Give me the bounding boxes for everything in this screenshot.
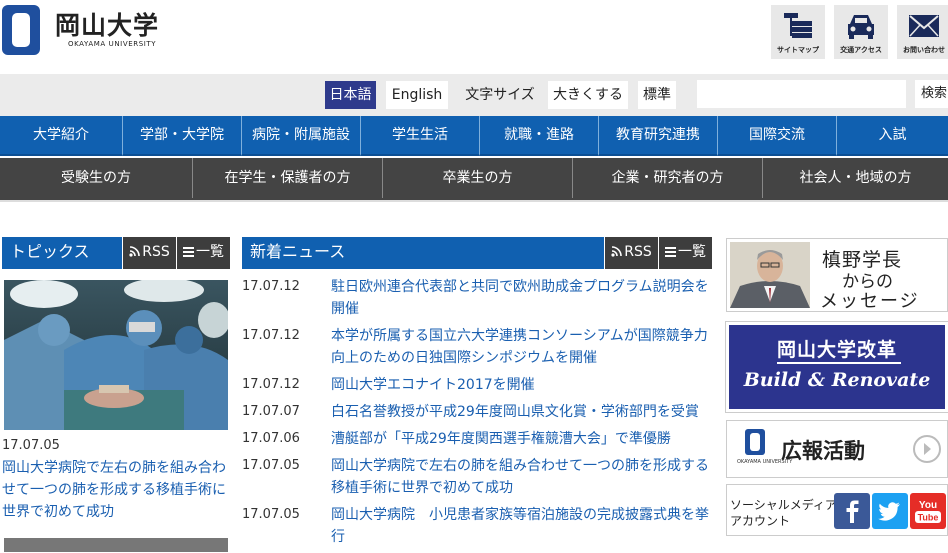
gnav-item-career[interactable]: 就職・進路 xyxy=(479,116,598,156)
gnav-item-admissions[interactable]: 入試 xyxy=(836,116,948,156)
nav-divider xyxy=(0,200,948,202)
contact-label: お問い合わせ xyxy=(903,46,945,54)
news-link[interactable]: 白石名誉教授が平成29年度岡山県文化賞・学術部門を受賞 xyxy=(331,401,712,423)
topics-rss-label: RSS xyxy=(142,244,170,260)
news-rss-label: RSS xyxy=(624,244,652,260)
facebook-icon[interactable] xyxy=(834,493,870,529)
site-subtitle: OKAYAMA UNIVERSITY xyxy=(68,40,157,48)
car-icon xyxy=(848,15,874,39)
social-label: ソーシャルメディア アカウント xyxy=(730,498,837,528)
list-icon xyxy=(183,247,194,257)
news-list: 17.07.12 駐日欧州連合代表部と共同で欧州助成金プログラム説明会を開催 1… xyxy=(242,276,712,553)
list-item: 17.07.12 駐日欧州連合代表部と共同で欧州助成金プログラム説明会を開催 xyxy=(242,276,712,320)
news-date: 17.07.12 xyxy=(242,377,300,392)
topic-link[interactable]: 岡山大学病院で左右の肺を組み合わせて一つの肺を形成する移植手術に世界で初めて成功 xyxy=(2,457,230,523)
site-header: 岡山大学 OKAYAMA UNIVERSITY サイトマップ 交通アクセス お問… xyxy=(0,0,948,74)
news-date: 17.07.06 xyxy=(242,431,300,446)
site-title[interactable]: 岡山大学 xyxy=(55,6,159,42)
news-date: 17.07.05 xyxy=(242,458,300,473)
sitemap-button[interactable]: サイトマップ xyxy=(771,5,825,59)
svg-text:Tube: Tube xyxy=(918,513,939,523)
snav-item-alumni[interactable]: 卒業生の方 xyxy=(382,158,572,198)
utility-bar: 日本語 English 文字サイズ 大きくする 標準 検索 xyxy=(0,74,948,116)
gnav-item-faculties[interactable]: 学部・大学院 xyxy=(122,116,241,156)
list-icon xyxy=(665,247,676,257)
reform-title: 岡山大学改革 xyxy=(776,339,897,361)
list-item: 17.07.12 岡山大学エコナイト2017を開催 xyxy=(242,374,712,396)
list-item: 17.07.06 漕艇部が「平成29年度関西選手権競漕大会」で準優勝 xyxy=(242,428,712,450)
topics-rss-button[interactable]: RSS xyxy=(122,237,176,269)
youtube-icon[interactable]: You Tube xyxy=(910,493,946,529)
news-list-button[interactable]: 一覧 xyxy=(658,237,712,269)
news-date: 17.07.12 xyxy=(242,279,300,294)
news-title: 新着ニュース xyxy=(250,242,346,261)
news-rss-button[interactable]: RSS xyxy=(604,237,658,269)
font-large-button[interactable]: 大きくする xyxy=(548,81,628,109)
topics-list-button[interactable]: 一覧 xyxy=(176,237,230,269)
news-link[interactable]: 本学が所属する国立六大学連携コンソーシアムが国際競争力向上のための日独国際シンポ… xyxy=(331,325,712,369)
news-link[interactable]: 駐日欧州連合代表部と共同で欧州助成金プログラム説明会を開催 xyxy=(331,276,712,320)
list-item: 17.07.05 岡山大学病院で左右の肺を組み合わせて一つの肺を形成する移植手術… xyxy=(242,455,712,499)
topics-title: トピックス xyxy=(10,242,90,261)
snav-item-companies[interactable]: 企業・研究者の方 xyxy=(572,158,762,198)
gnav-item-student-life[interactable]: 学生生活 xyxy=(360,116,479,156)
access-label: 交通アクセス xyxy=(840,46,882,54)
topic-photo-next[interactable] xyxy=(4,538,228,552)
social-media-banner: ソーシャルメディア アカウント You Tube xyxy=(726,484,948,536)
search-input[interactable] xyxy=(697,80,906,108)
university-logo-icon xyxy=(745,429,765,455)
topic-date: 17.07.05 xyxy=(2,438,60,453)
gnav-item-about[interactable]: 大学紹介 xyxy=(0,116,122,156)
news-list-label: 一覧 xyxy=(678,244,706,260)
gnav-item-research[interactable]: 教育研究連携 xyxy=(598,116,717,156)
university-logo-icon[interactable] xyxy=(2,5,40,55)
topics-header: トピックス RSS 一覧 xyxy=(2,237,230,269)
topic-photo-surgery[interactable] xyxy=(4,280,228,430)
lang-english-button[interactable]: English xyxy=(386,81,448,109)
gnav-item-hospital[interactable]: 病院・附属施設 xyxy=(241,116,360,156)
president-line-3: メッセージ xyxy=(820,291,920,312)
lang-japanese-button[interactable]: 日本語 xyxy=(325,81,376,109)
svg-text:You: You xyxy=(919,500,937,511)
sitemap-label: サイトマップ xyxy=(777,46,819,54)
topics-list-label: 一覧 xyxy=(196,244,224,260)
font-size-label: 文字サイズ xyxy=(465,87,535,103)
news-link[interactable]: 漕艇部が「平成29年度関西選手権競漕大会」で準優勝 xyxy=(331,428,712,450)
snav-item-community[interactable]: 社会人・地域の方 xyxy=(762,158,948,198)
president-photo xyxy=(730,242,810,308)
rss-icon xyxy=(129,246,141,257)
rss-icon xyxy=(611,246,623,257)
twitter-icon[interactable] xyxy=(872,493,908,529)
access-button[interactable]: 交通アクセス xyxy=(834,5,888,59)
news-link[interactable]: 岡山大学エコナイト2017を開催 xyxy=(331,374,712,396)
contact-button[interactable]: お問い合わせ xyxy=(897,5,948,59)
snav-item-applicants[interactable]: 受験生の方 xyxy=(0,158,192,198)
news-date: 17.07.12 xyxy=(242,328,300,343)
news-date: 17.07.05 xyxy=(242,507,300,522)
sitemap-icon xyxy=(784,13,812,38)
list-item: 17.07.12 本学が所属する国立六大学連携コンソーシアムが国際競争力向上のた… xyxy=(242,325,712,369)
gnav-item-international[interactable]: 国際交流 xyxy=(717,116,836,156)
snav-item-students[interactable]: 在学生・保護者の方 xyxy=(192,158,382,198)
font-normal-button[interactable]: 標準 xyxy=(638,81,676,109)
pr-label: 広報活動 xyxy=(781,439,865,463)
audience-nav: 受験生の方 在学生・保護者の方 卒業生の方 企業・研究者の方 社会人・地域の方 xyxy=(0,158,948,200)
reform-underline xyxy=(777,362,901,364)
mail-icon xyxy=(909,15,939,37)
university-reform-banner[interactable]: 岡山大学改革 Build & Renovate xyxy=(725,321,948,413)
news-header: 新着ニュース RSS 一覧 xyxy=(242,237,712,269)
list-item: 17.07.07 白石名誉教授が平成29年度岡山県文化賞・学術部門を受賞 xyxy=(242,401,712,423)
news-link[interactable]: 岡山大学病院 小児患者家族等宿泊施設の完成披露式典を挙行 xyxy=(331,504,712,548)
news-date: 17.07.07 xyxy=(242,404,300,419)
search-button[interactable]: 検索 xyxy=(915,80,948,108)
arrow-right-icon xyxy=(913,435,941,463)
reform-subtitle: Build & Renovate xyxy=(743,369,931,391)
news-link[interactable]: 岡山大学病院で左右の肺を組み合わせて一つの肺を形成する移植手術に世界で初めて成功 xyxy=(331,455,712,499)
global-nav: 大学紹介 学部・大学院 病院・附属施設 学生生活 就職・進路 教育研究連携 国際… xyxy=(0,116,948,156)
list-item: 17.07.05 岡山大学病院 小児患者家族等宿泊施設の完成披露式典を挙行 xyxy=(242,504,712,548)
pr-activities-banner[interactable]: OKAYAMA UNIVERSITY 広報活動 xyxy=(726,420,948,478)
president-message-banner[interactable]: 槙野学長 からの メッセージ xyxy=(726,238,948,312)
